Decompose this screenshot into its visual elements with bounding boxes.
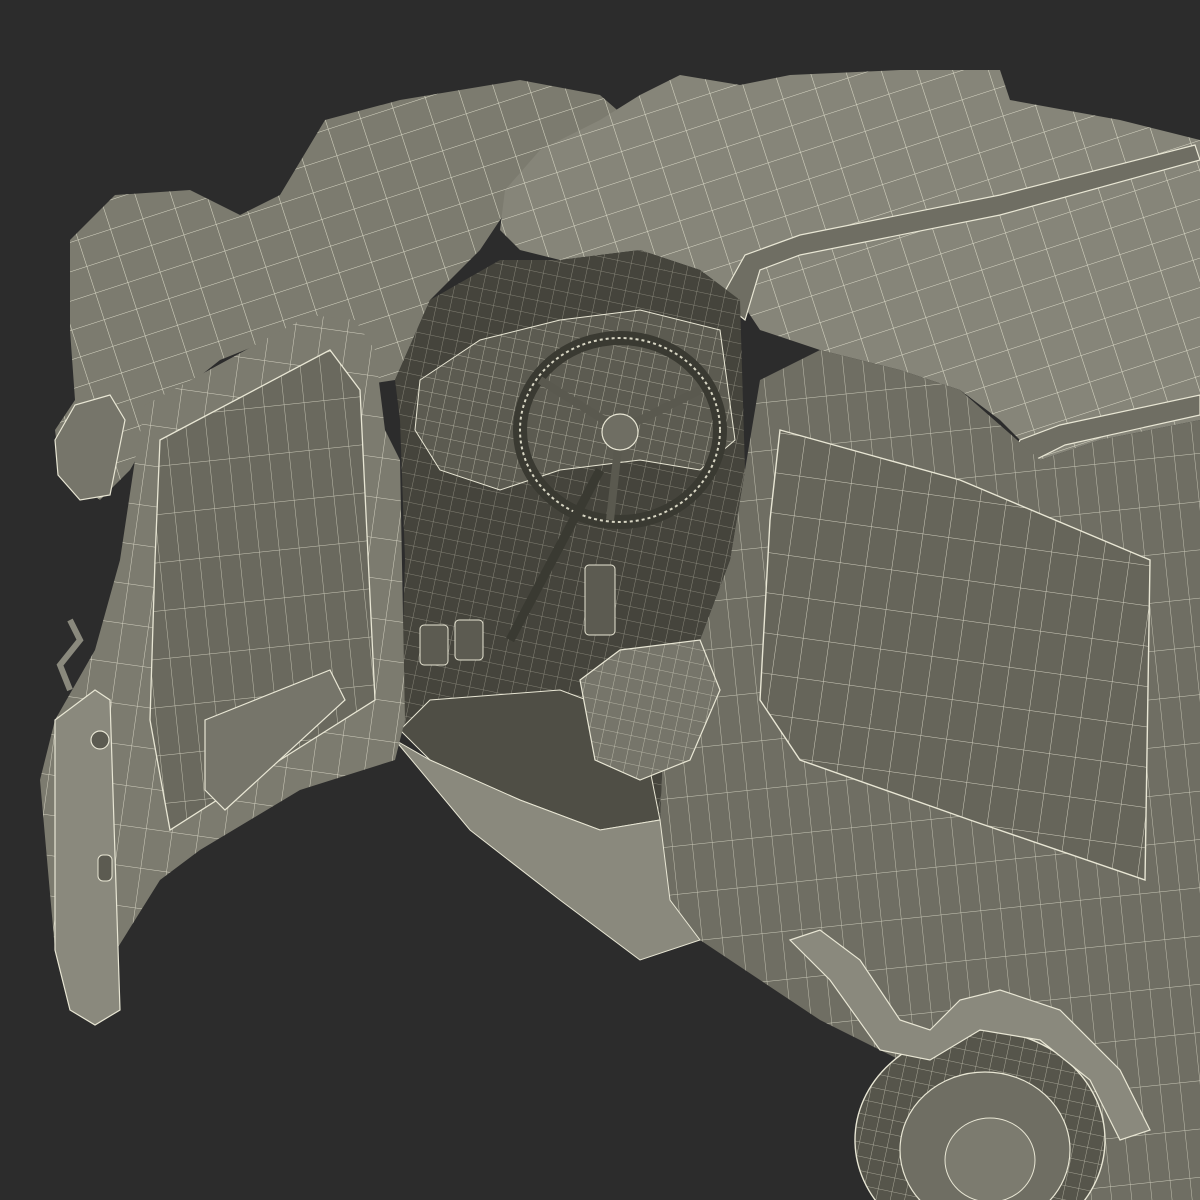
door-edge: [54, 689, 121, 1026]
vehicle-scene: [0, 0, 1200, 1200]
render-viewport: [0, 0, 1200, 1200]
